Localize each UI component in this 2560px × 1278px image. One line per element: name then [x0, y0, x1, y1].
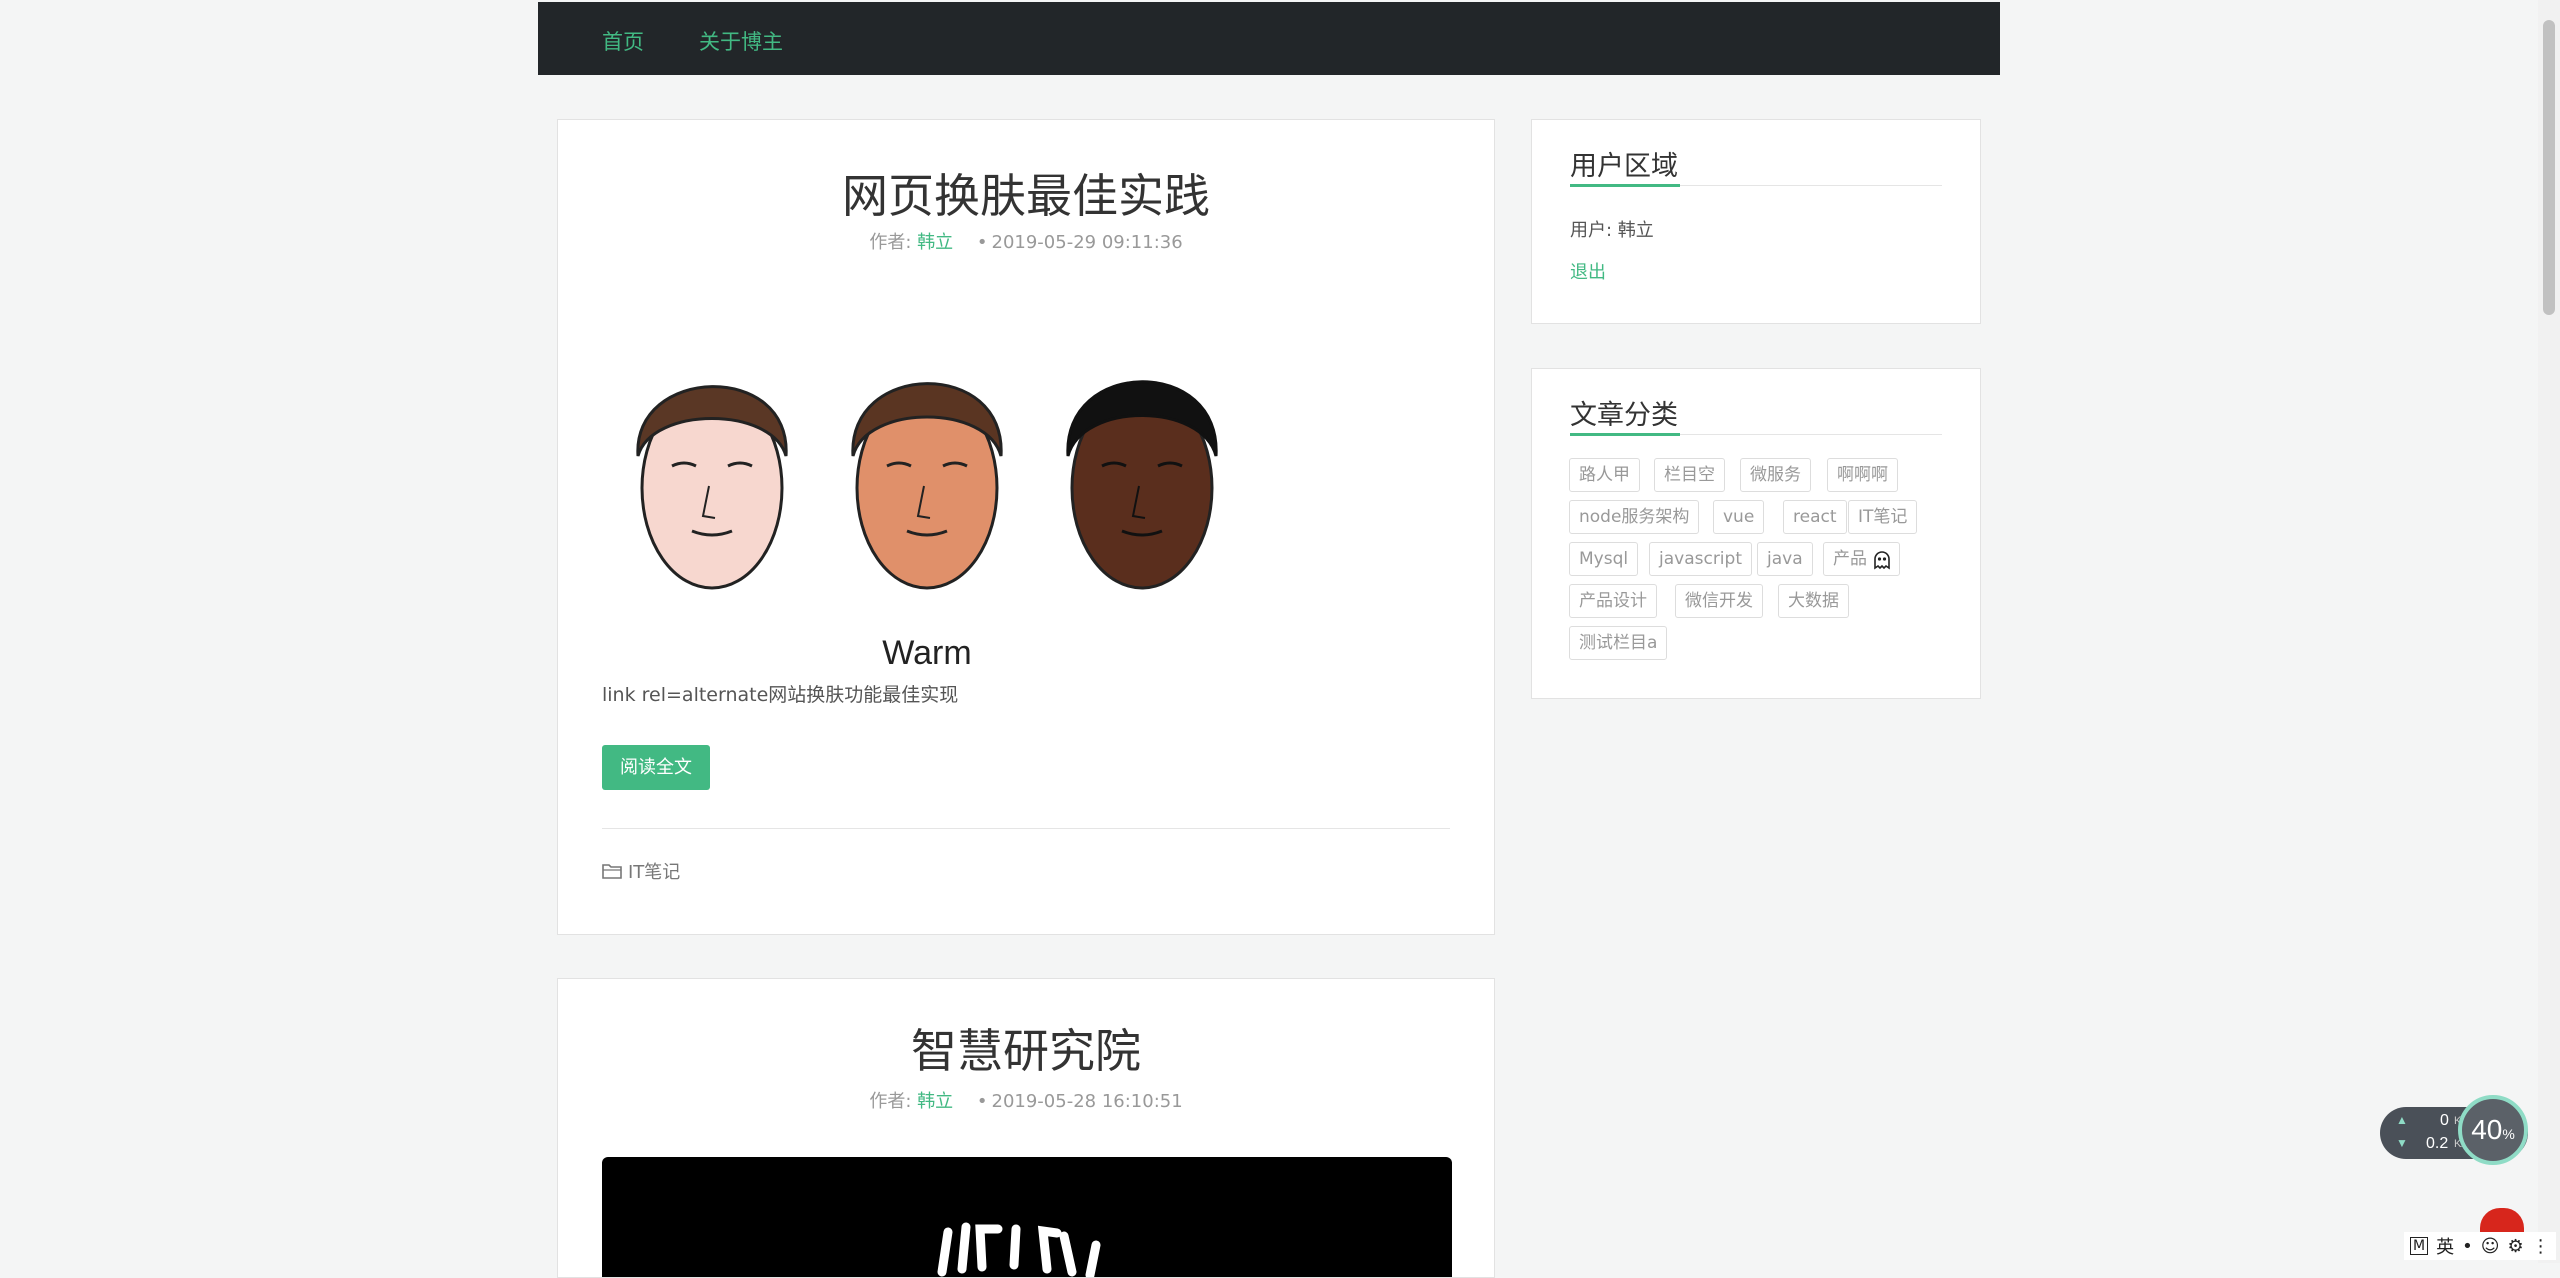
- tag-product-label: 产品: [1833, 549, 1867, 569]
- post-title[interactable]: 智慧研究院: [558, 1015, 1494, 1081]
- author-link[interactable]: 韩立: [917, 1091, 953, 1112]
- post-meta: 作者: 韩立 • 2019-05-28 16:10:51: [558, 1087, 1494, 1113]
- tag-mysql[interactable]: Mysql: [1569, 542, 1639, 576]
- tag-react[interactable]: react: [1783, 500, 1847, 534]
- tag-product[interactable]: 产品: [1823, 542, 1900, 576]
- post-excerpt: link rel=alternate网站换肤功能最佳实现: [602, 684, 959, 706]
- tag-node[interactable]: node服务架构: [1569, 500, 1700, 534]
- post-card: 智慧研究院 作者: 韩立 • 2019-05-28 16:10:51: [557, 978, 1495, 1278]
- upload-arrow-icon: ▲: [2396, 1113, 2408, 1127]
- download-speed: 0.2: [2426, 1135, 2449, 1152]
- memory-percent: 40: [2471, 1114, 2503, 1145]
- memory-percent-unit: %: [2502, 1126, 2515, 1142]
- download-arrow-icon: ▼: [2396, 1136, 2408, 1150]
- upload-speed: 0: [2440, 1112, 2449, 1129]
- meta-dot: •: [976, 232, 988, 253]
- meta-dot: •: [976, 1091, 988, 1112]
- post-divider: [602, 828, 1450, 829]
- nav-home-link[interactable]: 首页: [602, 26, 644, 56]
- scrollbar-thumb[interactable]: [2543, 20, 2555, 315]
- author-prefix: 作者:: [869, 232, 912, 253]
- face-medium: [851, 382, 1003, 590]
- ghost-emoji-icon: [1874, 551, 1890, 570]
- post-date: 2019-05-28 16:10:51: [991, 1091, 1183, 1112]
- cover-lettering-graphic: [937, 1222, 1101, 1277]
- ime-settings-icon[interactable]: ⚙: [2507, 1236, 2523, 1257]
- ime-language-toggle[interactable]: 英: [2436, 1233, 2454, 1259]
- ime-toolbar: M 英 • ☺ ⚙ ⋮: [2404, 1232, 2556, 1260]
- nav-about-link[interactable]: 关于博主: [699, 26, 783, 56]
- post-date: 2019-05-29 09:11:36: [991, 232, 1183, 253]
- post-cover-image: Warm: [602, 326, 1222, 676]
- ime-mode-icon[interactable]: M: [2410, 1237, 2429, 1255]
- tag-aaa[interactable]: 啊啊啊: [1827, 458, 1898, 492]
- ime-punctuation-icon[interactable]: •: [2462, 1236, 2473, 1257]
- tag-it-notes[interactable]: IT笔记: [1848, 500, 1918, 534]
- ime-more-icon[interactable]: ⋮: [2532, 1236, 2550, 1257]
- tag-product-design[interactable]: 产品设计: [1569, 584, 1657, 618]
- post-title[interactable]: 网页换肤最佳实践: [558, 160, 1494, 226]
- tag-lanmu[interactable]: 栏目空: [1654, 458, 1725, 492]
- user-widget: 用户区域 用户: 韩立 退出: [1531, 119, 1981, 324]
- memory-usage-circle[interactable]: 40%: [2458, 1095, 2528, 1165]
- image-caption: Warm: [882, 634, 971, 672]
- tag-javascript[interactable]: javascript: [1649, 542, 1752, 576]
- tag-vue[interactable]: vue: [1713, 500, 1765, 534]
- category-label: IT笔记: [628, 862, 681, 883]
- tag-wechat-dev[interactable]: 微信开发: [1675, 584, 1763, 618]
- post-category-link[interactable]: IT笔记: [602, 858, 680, 884]
- read-more-button[interactable]: 阅读全文: [602, 745, 710, 790]
- page-scrollbar[interactable]: [2538, 0, 2560, 1263]
- face-dark: [1066, 380, 1218, 590]
- tag-test-column[interactable]: 测试栏目a: [1569, 626, 1668, 660]
- post-cover-image: [602, 1157, 1452, 1277]
- tag-java[interactable]: java: [1757, 542, 1813, 576]
- tag-luren[interactable]: 路人甲: [1569, 458, 1640, 492]
- category-widget-title: 文章分类: [1570, 400, 1678, 431]
- user-widget-title: 用户区域: [1570, 151, 1678, 182]
- widget-title-accent: [1570, 433, 1680, 436]
- top-navbar: 首页 关于博主: [538, 2, 2000, 75]
- author-prefix: 作者:: [869, 1091, 912, 1112]
- current-user-label: 用户: 韩立: [1570, 220, 1654, 241]
- post-card: 网页换肤最佳实践 作者: 韩立 • 2019-05-29 09:11:36 Wa…: [557, 119, 1495, 935]
- logout-link[interactable]: 退出: [1570, 258, 1606, 284]
- ime-emoji-icon[interactable]: ☺: [2481, 1236, 2500, 1257]
- widget-title-accent: [1570, 184, 1680, 187]
- author-link[interactable]: 韩立: [917, 232, 953, 253]
- post-meta: 作者: 韩立 • 2019-05-29 09:11:36: [558, 228, 1494, 254]
- tag-weifuwu[interactable]: 微服务: [1740, 458, 1811, 492]
- face-light: [636, 385, 788, 590]
- notification-icon[interactable]: [2480, 1208, 2524, 1234]
- folder-icon: [602, 864, 622, 879]
- tag-bigdata[interactable]: 大数据: [1778, 584, 1849, 618]
